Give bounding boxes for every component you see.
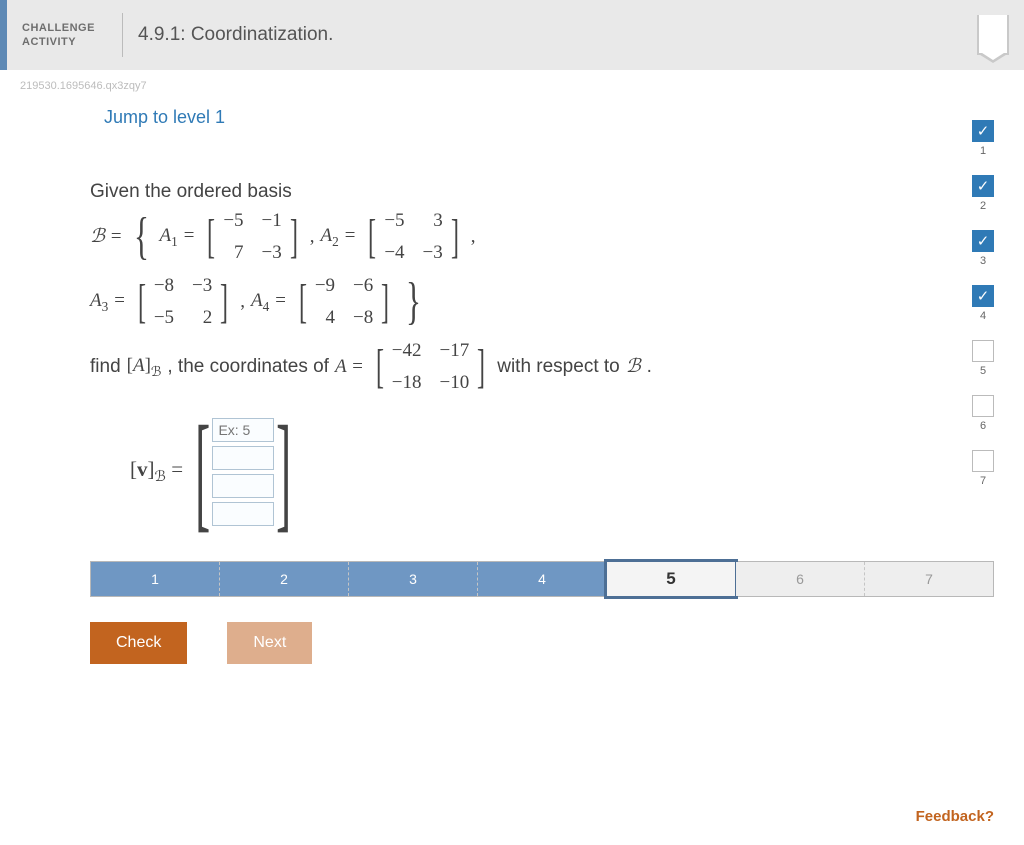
header-bar: CHALLENGE ACTIVITY 4.9.1: Coordinatizati… xyxy=(0,0,1024,70)
content-area: Jump to level 1 Given the ordered basis … xyxy=(0,92,1024,694)
matrix-A1: [ −5 7 −1 −3 ] xyxy=(203,207,301,268)
problem-intro: Given the ordered basis xyxy=(90,178,994,207)
level-cell-5[interactable]: 5 xyxy=(607,562,736,596)
answer-vector: [ ] xyxy=(193,418,294,526)
progress-box-empty xyxy=(972,340,994,362)
A3-symbol: A3 = xyxy=(90,287,126,317)
progress-item-2: ✓2 xyxy=(972,175,994,212)
feedback-link[interactable]: Feedback? xyxy=(916,808,994,825)
level-cell-1[interactable]: 1 xyxy=(91,562,220,596)
basis-B: ℬ = xyxy=(90,223,123,252)
progress-number: 7 xyxy=(980,475,986,487)
level-cell-6[interactable]: 6 xyxy=(736,562,865,596)
matrix-A: [ −42 −18 −17 −10 ] xyxy=(372,337,489,398)
answer-row: [v]ℬ = [ ] xyxy=(130,418,994,526)
level-cell-4[interactable]: 4 xyxy=(478,562,607,596)
jump-to-level-link[interactable]: Jump to level 1 xyxy=(104,107,994,128)
answer-input-2[interactable] xyxy=(212,446,274,470)
progress-number: 1 xyxy=(980,145,986,157)
answer-input-4[interactable] xyxy=(212,502,274,526)
brace-open-icon: { xyxy=(134,211,149,263)
progress-number: 2 xyxy=(980,200,986,212)
basis-B2: ℬ xyxy=(626,353,641,382)
problem-statement: Given the ordered basis ℬ = { A1 = [ −5 … xyxy=(90,178,994,526)
matrix-A3: [ −8 −5 −3 2 ] xyxy=(134,272,232,333)
brace-close-icon: } xyxy=(406,276,421,328)
level-cell-2[interactable]: 2 xyxy=(220,562,349,596)
A1-symbol: A1 = xyxy=(159,222,195,252)
check-button[interactable]: Check xyxy=(90,622,187,664)
find-row: find [A]ℬ , the coordinates of A = [ −42… xyxy=(90,337,994,398)
check-icon: ✓ xyxy=(972,285,994,307)
A2-symbol: A2 = xyxy=(320,222,356,252)
level-bar: 1234567 xyxy=(90,561,994,597)
wrt-text: with respect to xyxy=(497,353,620,382)
bookmark-icon[interactable] xyxy=(977,15,1009,55)
next-button[interactable]: Next xyxy=(227,622,312,664)
basis-row-2: A3 = [ −8 −5 −3 2 ] , A4 = [ −9 xyxy=(90,272,994,333)
progress-number: 4 xyxy=(980,310,986,322)
progress-box-empty xyxy=(972,450,994,472)
progress-item-1: ✓1 xyxy=(972,120,994,157)
progress-box-empty xyxy=(972,395,994,417)
progress-number: 3 xyxy=(980,255,986,267)
activity-id: 219530.1695646.qx3zqy7 xyxy=(0,70,1024,92)
progress-item-4: ✓4 xyxy=(972,285,994,322)
level-cell-3[interactable]: 3 xyxy=(349,562,478,596)
basis-row-1: ℬ = { A1 = [ −5 7 −1 −3 ] , A2 = [ xyxy=(90,207,994,268)
buttons-row: Check Next xyxy=(90,622,994,664)
progress-number: 6 xyxy=(980,420,986,432)
vB-label: [v]ℬ = xyxy=(130,454,183,488)
check-icon: ✓ xyxy=(972,230,994,252)
matrix-A4: [ −9 4 −6 −8 ] xyxy=(295,272,393,333)
check-icon: ✓ xyxy=(972,175,994,197)
coords-text: , the coordinates of xyxy=(167,353,329,382)
progress-item-7: 7 xyxy=(972,450,994,487)
header-tag: CHALLENGE ACTIVITY xyxy=(22,21,107,50)
header-divider xyxy=(122,13,123,57)
answer-input-1[interactable] xyxy=(212,418,274,442)
progress-number: 5 xyxy=(980,365,986,377)
header-tag-line1: CHALLENGE xyxy=(22,22,95,34)
check-icon: ✓ xyxy=(972,120,994,142)
progress-column: ✓1✓2✓3✓4567 xyxy=(972,120,994,487)
progress-item-5: 5 xyxy=(972,340,994,377)
find-prefix: find xyxy=(90,353,121,382)
A4-symbol: A4 = xyxy=(251,287,287,317)
A-eq: A = xyxy=(335,353,364,382)
level-cell-7[interactable]: 7 xyxy=(865,562,993,596)
progress-item-6: 6 xyxy=(972,395,994,432)
header-title: 4.9.1: Coordinatization. xyxy=(138,24,333,46)
A-sub-B: [A]ℬ xyxy=(127,352,162,382)
answer-input-3[interactable] xyxy=(212,474,274,498)
matrix-A2: [ −5 −4 3 −3 ] xyxy=(364,207,462,268)
progress-item-3: ✓3 xyxy=(972,230,994,267)
challenge-container: CHALLENGE ACTIVITY 4.9.1: Coordinatizati… xyxy=(0,0,1024,845)
header-tag-line2: ACTIVITY xyxy=(22,36,76,48)
